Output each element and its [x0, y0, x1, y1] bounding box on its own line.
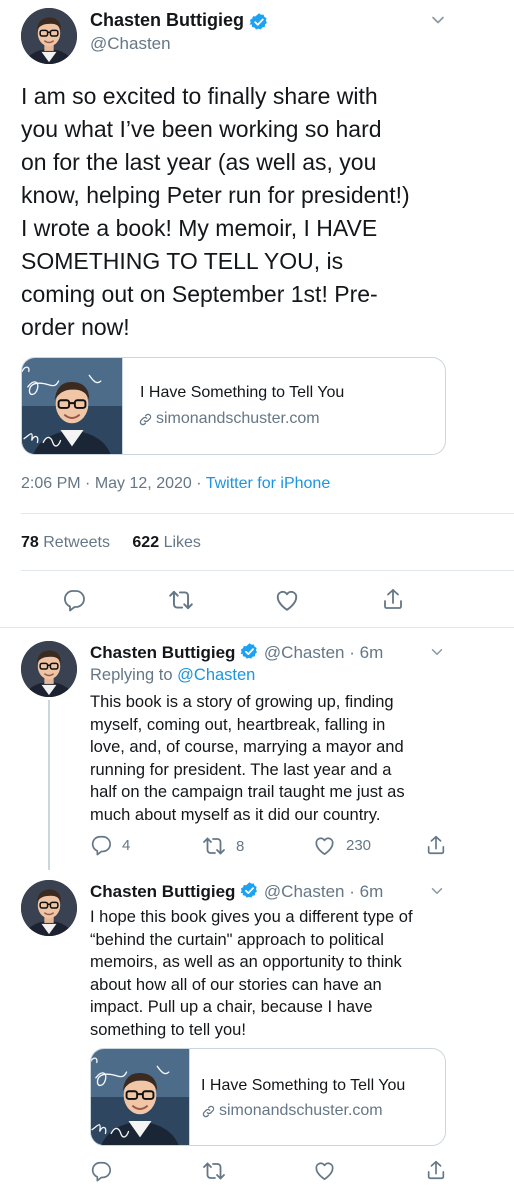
tweet-text-line: running for president. The last year and… [90, 760, 392, 779]
tweet-text-line: memoirs, as well as an opportunity to th… [90, 953, 402, 971]
retweet-action[interactable]: 8 [202, 834, 244, 858]
retweets-label: Retweets [43, 534, 110, 551]
tweet-text-line: I hope this book gives you a different t… [90, 908, 413, 926]
tweet-header: Chasten Buttigieg @Chasten · 6m [90, 642, 383, 663]
tweet-text-line: I am so excited to finally share with [21, 83, 378, 109]
thread-line [48, 700, 50, 870]
tweet-text-line: SOMETHING TO TELL YOU, is [21, 248, 344, 274]
retweet-icon[interactable] [202, 1159, 226, 1183]
likes-label: Likes [163, 534, 201, 551]
avatar-image [21, 880, 77, 936]
retweets-count: 78 [21, 534, 39, 551]
verified-badge-icon [240, 642, 259, 661]
tweet-text-line: half on the campaign trail taught me jus… [90, 783, 405, 801]
retweets-stat[interactable]: 78 Retweets [21, 534, 114, 551]
replying-to-handle[interactable]: @Chasten [177, 666, 255, 684]
tweet-text-line: coming out on September 1st! Pre- [21, 281, 378, 307]
like-icon [313, 834, 336, 857]
tweet-text-line: I wrote a book! My memoir, I HAVE [21, 215, 378, 241]
likes-stat[interactable]: 622 Likes [132, 534, 201, 551]
reply-icon[interactable] [62, 588, 86, 612]
replying-to: Replying to @Chasten [90, 666, 255, 685]
card-domain: simonandschuster.com [219, 1102, 383, 1119]
reply-count: 4 [122, 836, 131, 854]
replying-to-label: Replying to [90, 666, 173, 684]
tweet-time[interactable]: 2:06 PM [21, 475, 81, 492]
like-action[interactable]: 230 [313, 834, 371, 857]
avatar[interactable] [21, 880, 77, 936]
author-handle[interactable]: @Chasten [264, 882, 345, 901]
card-title: I Have Something to Tell You [201, 1077, 406, 1094]
like-icon[interactable] [313, 1159, 336, 1182]
tweet-date[interactable]: May 12, 2020 [95, 475, 192, 492]
tweet-source[interactable]: Twitter for iPhone [206, 475, 331, 492]
tweet-text-line: love, and, of course, marrying a mayor a… [90, 738, 404, 756]
author-name[interactable]: Chasten Buttigieg [90, 882, 235, 901]
avatar-image [21, 641, 77, 697]
tweet-text-line: impact. Pull up a chair, because I have [90, 998, 373, 1016]
reply-action[interactable]: 4 [90, 834, 130, 856]
retweet-count: 8 [236, 837, 245, 855]
tweet-meta: 2:06 PM · May 12, 2020 · Twitter for iPh… [21, 475, 330, 493]
chevron-down-icon[interactable] [428, 643, 446, 661]
share-icon[interactable] [425, 834, 447, 856]
card-domain: simonandschuster.com [156, 410, 320, 427]
tweet-text-line: myself, coming out, heartbreak, falling … [90, 715, 386, 734]
tweet-text-line: something to tell you! [90, 1020, 246, 1039]
tweet-header: Chasten Buttigieg @Chasten · 6m [90, 881, 383, 902]
like-count: 230 [346, 837, 372, 854]
tweet-time[interactable]: · 6m [349, 643, 383, 662]
link-card[interactable]: I Have Something to Tell You simonandsch… [90, 1048, 446, 1146]
author-name[interactable]: Chasten Buttigieg [90, 10, 244, 31]
avatar[interactable] [21, 8, 77, 64]
avatar-image [21, 8, 77, 64]
author-name[interactable]: Chasten Buttigieg [90, 643, 235, 662]
verified-badge-icon [240, 881, 259, 900]
share-icon[interactable] [425, 1159, 447, 1181]
divider [21, 513, 514, 514]
tweet-text-line: you what I’ve been working so hard [21, 116, 382, 142]
link-icon [201, 1104, 216, 1119]
link-card[interactable]: I Have Something to Tell You simonandsch… [21, 357, 446, 455]
tweet-stats: 78 Retweets 622 Likes [21, 534, 201, 552]
book-cover-image [22, 358, 123, 454]
tweet-text: I am so excited to finally share with yo… [21, 80, 491, 344]
likes-count: 622 [132, 534, 160, 551]
tweet-text-line: order now! [21, 314, 130, 340]
tweet-text-line: “behind the curtain" approach to politic… [90, 930, 384, 949]
tweet-text-line: know, helping Peter run for president!) [21, 182, 410, 208]
reply-icon [90, 834, 112, 856]
meta-separator: · [196, 475, 202, 492]
card-title: I Have Something to Tell You [140, 384, 345, 401]
tweet-text: I hope this book gives you a different t… [90, 906, 490, 1041]
divider [0, 627, 514, 628]
tweet-time[interactable]: · 6m [349, 882, 383, 901]
avatar[interactable] [21, 641, 77, 697]
verified-badge-icon [249, 12, 269, 32]
like-icon[interactable] [274, 587, 300, 613]
tweet-text: This book is a story of growing up, find… [90, 691, 490, 826]
meta-separator: · [85, 475, 91, 492]
tweet-text-line: about how all of our stories can have an [90, 975, 382, 994]
chevron-down-icon[interactable] [428, 10, 448, 30]
reply-icon[interactable] [90, 1160, 112, 1182]
share-icon[interactable] [381, 587, 405, 611]
divider [21, 570, 514, 571]
book-cover-image [91, 1049, 190, 1145]
chevron-down-icon[interactable] [428, 882, 446, 900]
link-icon [138, 412, 153, 427]
tweet-text-line: This book is a story of growing up, find… [90, 693, 394, 711]
tweet-text-line: on for the last year (as well as, you [21, 149, 377, 175]
author-handle[interactable]: @Chasten [90, 34, 171, 54]
tweet-text-line: much about myself as it did our country. [90, 805, 381, 824]
author-handle[interactable]: @Chasten [264, 643, 345, 662]
retweet-icon[interactable] [168, 587, 194, 613]
retweet-icon [202, 834, 226, 858]
